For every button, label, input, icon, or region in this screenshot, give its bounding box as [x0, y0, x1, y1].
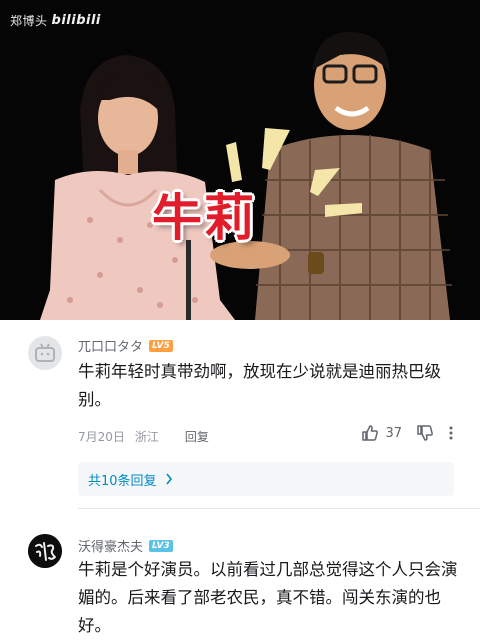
- like-button[interactable]: 37: [361, 424, 402, 442]
- comment-text: 牛莉年轻时真带劲啊，放现在少说就是迪丽热巴级别。: [78, 362, 441, 409]
- comment-item: 兀口口タタ LV5 牛莉年轻时真带劲啊，放现在少说就是迪丽热巴级别。 7月20日…: [0, 320, 480, 510]
- bilibili-logo: bilibili: [51, 13, 101, 28]
- avatar[interactable]: [28, 534, 62, 568]
- comment-location: 浙江: [134, 430, 159, 444]
- username[interactable]: 兀口口タタ: [78, 336, 143, 355]
- comment-divider: [78, 508, 480, 509]
- video-frame[interactable]: 郑博头 bilibili 牛莉: [0, 0, 480, 320]
- comment-meta: 7月20日 浙江 回复: [78, 428, 209, 445]
- thumb-down-icon: [417, 425, 433, 441]
- chevron-right-icon: [165, 473, 172, 485]
- thumb-up-icon: [362, 425, 379, 441]
- comment-item: 沃得豪杰夫 LV3 牛莉是个好演员。以前看过几部总觉得这个人只会演媚的。后来看了…: [0, 520, 480, 640]
- comment-date: 7月20日: [78, 430, 125, 444]
- comment-text: 牛莉是个好演员。以前看过几部总觉得这个人只会演媚的。后来看了部老农民，真不错。闯…: [78, 560, 458, 635]
- video-scene: [0, 0, 480, 320]
- level-badge: LV5: [149, 339, 173, 352]
- video-watermark: 郑博头 bilibili: [10, 12, 101, 29]
- avatar[interactable]: [28, 336, 62, 370]
- tv-avatar-icon: [35, 343, 55, 362]
- like-count: 37: [385, 425, 402, 441]
- username[interactable]: 沃得豪杰夫: [78, 536, 143, 555]
- more-button[interactable]: [448, 425, 454, 441]
- comment-actions: 37: [361, 424, 454, 442]
- level-badge: LV3: [149, 539, 173, 552]
- view-replies-button[interactable]: 共10条回复: [78, 462, 454, 496]
- reply-button[interactable]: 回复: [185, 428, 209, 445]
- video-caption: 牛莉: [152, 189, 256, 247]
- replies-count-label: 共10条回复: [88, 473, 157, 489]
- watermark-user: 郑博头: [10, 14, 48, 28]
- dislike-button[interactable]: [416, 424, 434, 442]
- more-vertical-icon: [449, 426, 453, 440]
- calligraphy-avatar-icon: [28, 534, 62, 568]
